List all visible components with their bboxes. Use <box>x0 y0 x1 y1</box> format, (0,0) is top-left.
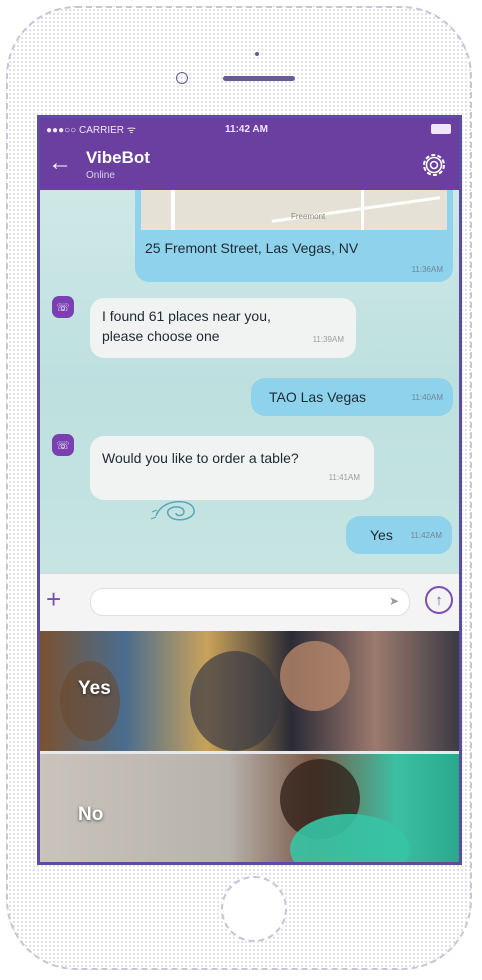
message-time: 11:36AM <box>411 265 443 274</box>
carrier-label: ●●●○○ CARRIER ᯤ <box>46 125 136 136</box>
front-camera <box>176 72 188 84</box>
map-street-label: Freemont <box>291 212 326 221</box>
home-button[interactable] <box>221 876 287 942</box>
gear-icon[interactable] <box>419 150 449 180</box>
quick-reply-label: No <box>78 804 104 825</box>
plus-icon[interactable]: + <box>46 586 61 612</box>
chat-status: Online <box>86 170 115 181</box>
battery-icon <box>431 124 451 134</box>
message-time: 11:39AM <box>312 335 344 344</box>
chat-title: VibeBot <box>86 148 150 167</box>
message-text: Yes <box>370 527 393 543</box>
send-arrow-icon[interactable]: ↑ <box>425 586 453 614</box>
earpiece-speaker <box>223 76 295 81</box>
message-time: 11:40AM <box>411 393 443 402</box>
outgoing-message[interactable]: TAO Las Vegas 11:40AM <box>251 378 453 416</box>
swirl-sticker-icon <box>150 501 195 521</box>
incoming-message[interactable]: I found 61 places near you, please choos… <box>90 298 356 358</box>
status-bar: ●●●○○ CARRIER ᯤ 11:42 AM <box>40 118 459 140</box>
bot-avatar-icon: ☏ <box>52 434 74 456</box>
status-time: 11:42 AM <box>225 123 268 135</box>
message-text: Would you like to order a table? <box>102 450 299 466</box>
quick-reply-yes[interactable]: Yes <box>40 631 459 751</box>
location-message[interactable]: Freemont 25 Fremont Street, Las Vegas, N… <box>135 190 453 282</box>
back-arrow-icon[interactable]: ← <box>48 151 72 175</box>
send-inline-icon[interactable]: ➤ <box>389 594 399 608</box>
location-address: 25 Fremont Street, Las Vegas, NV <box>145 240 359 256</box>
map-preview[interactable]: Freemont <box>141 190 447 230</box>
message-text: please choose one <box>102 328 220 344</box>
message-list[interactable]: Freemont 25 Fremont Street, Las Vegas, N… <box>40 190 459 573</box>
bot-avatar-icon: ☏ <box>52 296 74 318</box>
message-text: TAO Las Vegas <box>269 389 367 405</box>
message-time: 11:42AM <box>410 531 442 540</box>
message-input[interactable]: ➤ <box>90 588 410 616</box>
quick-reply-no[interactable]: No <box>40 754 459 862</box>
proximity-sensor <box>255 52 259 56</box>
composer-bar: + ➤ ↑ <box>40 573 459 632</box>
message-time: 11:41AM <box>328 473 360 482</box>
message-text: I found 61 places near you, <box>102 308 271 324</box>
message-input-field[interactable] <box>103 589 387 615</box>
outgoing-message[interactable]: Yes 11:42AM <box>346 516 452 554</box>
incoming-message[interactable]: Would you like to order a table? 11:41AM <box>90 436 374 500</box>
quick-reply-label: Yes <box>78 678 111 699</box>
phone-screen: ●●●○○ CARRIER ᯤ 11:42 AM ← VibeBot Onlin… <box>37 115 462 865</box>
chat-header: ← VibeBot Online <box>40 140 459 190</box>
